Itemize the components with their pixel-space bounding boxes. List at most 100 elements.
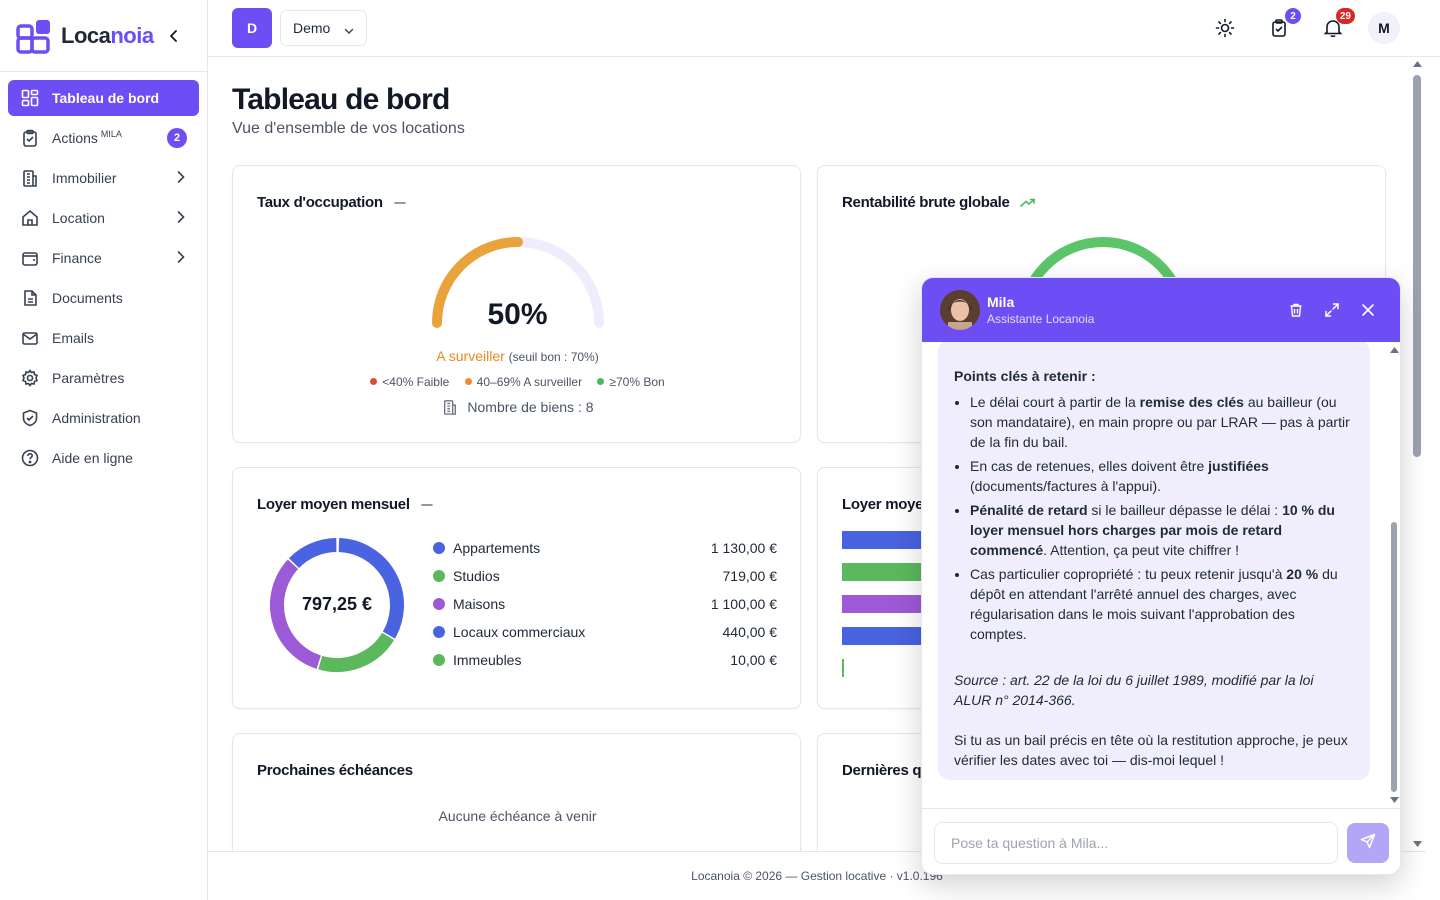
sidebar-item-label: Documents — [52, 290, 123, 306]
sidebar-item-immobilier[interactable]: Immobilier — [8, 160, 199, 196]
occupancy-value: 50% — [487, 298, 548, 331]
chat-messages: Points clés à retenir : Le délai court à… — [922, 342, 1400, 808]
wallet-icon — [20, 248, 40, 268]
sidebar-item-label: Finance — [52, 250, 102, 266]
donut-slice-1 — [318, 632, 395, 672]
legend-dot — [433, 626, 445, 638]
scroll-down-icon[interactable] — [1390, 797, 1399, 803]
properties-count: Nombre de biens : 8 — [467, 399, 594, 416]
deadlines-card: Prochaines échéances Aucune échéance à v… — [232, 733, 801, 851]
scroll-down-icon[interactable] — [1413, 841, 1422, 847]
scroll-thumb[interactable] — [1413, 75, 1421, 457]
chevron-right-icon — [177, 210, 185, 227]
bar-studios — [842, 563, 932, 581]
sidebar-item-label: Tableau de bord — [52, 90, 160, 106]
dashboard-icon — [20, 88, 40, 108]
sidebar-item-parametres[interactable]: Paramètres — [8, 360, 199, 396]
message-source: Source : art. 22 de la loi du 6 juillet … — [954, 672, 1314, 708]
sidebar-item-aide[interactable]: Aide en ligne — [8, 440, 199, 476]
brand-name: Locanoia — [61, 22, 154, 48]
sidebar-item-actions[interactable]: Actions MILA 2 — [8, 120, 199, 156]
sun-icon[interactable] — [1211, 14, 1239, 42]
rent-row-label: Studios — [453, 568, 500, 584]
occupancy-title: Taux d'occupation — [257, 194, 407, 211]
rent-title: Loyer moyen mensuel — [257, 496, 434, 513]
message-bullet: En cas de retenues, elles doivent être j… — [970, 456, 1354, 496]
sidebar-item-finance[interactable]: Finance — [8, 240, 199, 276]
clipboard-check-icon[interactable]: 2 — [1265, 8, 1301, 42]
sidebar-item-documents[interactable]: Documents — [8, 280, 199, 316]
sidebar-item-location[interactable]: Location — [8, 200, 199, 236]
deadlines-empty: Aucune échéance à venir — [438, 808, 597, 824]
sidebar-nav: Tableau de bord Actions MILA 2 Immobilie… — [0, 72, 207, 488]
trend-neutral-icon — [420, 500, 434, 510]
document-icon — [20, 288, 40, 308]
message-closing: Si tu as un bail précis en tête où la re… — [954, 732, 1348, 768]
locanoia-logo-icon — [16, 18, 52, 54]
chat-header: Mila Assistante Locanoia — [922, 278, 1400, 342]
rent-by-type-title: Loyer moye — [842, 496, 924, 513]
sidebar-item-label: Actions — [52, 130, 98, 146]
sidebar-item-label: Aide en ligne — [52, 450, 133, 466]
legend-dot — [433, 570, 445, 582]
chat-scroll-thumb[interactable] — [1391, 522, 1397, 792]
main-scrollbar[interactable] — [1409, 57, 1426, 851]
rent-row-value: 440,00 € — [722, 624, 778, 640]
donut-slice-3 — [288, 538, 337, 569]
bar-locaux — [842, 627, 932, 645]
card-title-text: Rentabilité brute globale — [842, 194, 1010, 211]
legend-item: 40–69% A surveiller — [464, 375, 582, 389]
send-icon — [1360, 833, 1376, 854]
yield-title: Rentabilité brute globale — [842, 194, 1036, 211]
chevron-left-icon[interactable] — [164, 26, 184, 46]
scroll-up-icon[interactable] — [1390, 347, 1399, 353]
legend-dot — [433, 654, 445, 666]
bar-immeubles — [842, 659, 844, 677]
occupancy-legend: <40% Faible 40–69% A surveiller ≥70% Bon — [233, 375, 802, 389]
bar-maisons — [842, 595, 932, 613]
scroll-up-icon[interactable] — [1413, 61, 1422, 67]
mail-icon — [20, 328, 40, 348]
legend-dot — [433, 542, 445, 554]
sidebar-item-label: Administration — [52, 410, 141, 426]
send-button[interactable] — [1347, 823, 1389, 863]
message-bullets: Le délai court à partir de la remise des… — [954, 392, 1354, 644]
user-avatar[interactable]: M — [1368, 12, 1400, 44]
rent-row: Appartements 1 130,00 € — [433, 538, 777, 558]
chat-input[interactable] — [934, 822, 1338, 864]
chevron-down-icon — [344, 23, 354, 39]
trend-up-icon — [1019, 198, 1036, 208]
trend-neutral-icon — [393, 198, 407, 208]
sidebar-item-emails[interactable]: Emails — [8, 320, 199, 356]
sidebar-item-label: Emails — [52, 330, 95, 346]
page-subtitle: Vue d'ensemble de vos locations — [232, 120, 465, 137]
chevron-right-icon — [177, 250, 185, 267]
chat-agent-role: Assistante Locanoia — [987, 312, 1095, 326]
page-title: Tableau de bord — [232, 83, 450, 116]
rent-row-label: Appartements — [453, 540, 541, 556]
expand-icon[interactable] — [1322, 300, 1342, 320]
bell-icon[interactable]: 29 — [1319, 8, 1355, 42]
sidebar: Locanoia Tableau de bord Actions MILA 2 … — [0, 0, 208, 900]
home-icon — [20, 208, 40, 228]
chat-scrollbar[interactable] — [1388, 342, 1400, 808]
mila-chat-panel: Mila Assistante Locanoia Points clés à r… — [921, 277, 1401, 875]
building-icon — [442, 399, 458, 418]
latest-title: Dernières q — [842, 762, 922, 779]
occupancy-status-line: A surveiller (seuil bon : 70%) — [233, 348, 802, 364]
workspace-avatar[interactable]: D — [232, 8, 272, 48]
properties-count-line: Nombre de biens : 8 — [233, 399, 802, 418]
mila-avatar — [940, 290, 980, 330]
topbar: D Demo 2 29 M — [208, 0, 1440, 57]
actions-count-badge: 2 — [167, 128, 187, 148]
close-icon[interactable] — [1358, 300, 1378, 320]
sidebar-item-label: Immobilier — [52, 170, 117, 186]
rent-row: Locaux commerciaux 440,00 € — [433, 622, 777, 642]
sidebar-item-administration[interactable]: Administration — [8, 400, 199, 436]
trash-icon[interactable] — [1286, 300, 1306, 320]
workspace-select[interactable]: Demo — [280, 10, 367, 46]
sidebar-item-dashboard[interactable]: Tableau de bord — [8, 80, 199, 116]
clipboard-check-icon — [20, 128, 40, 148]
message-bullet: Cas particulier copropriété : tu peux re… — [970, 564, 1354, 644]
mila-superscript: MILA — [100, 129, 122, 139]
